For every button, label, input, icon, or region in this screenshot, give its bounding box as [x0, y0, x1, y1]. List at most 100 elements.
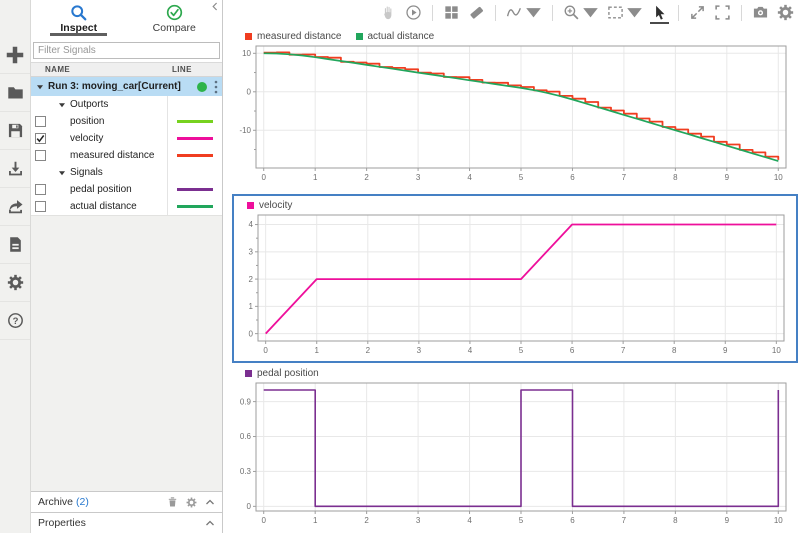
signal-table-header: NAME LINE — [31, 62, 222, 77]
open-folder-button[interactable] — [0, 74, 30, 112]
report-button[interactable] — [0, 226, 30, 264]
signal-checkbox-measured-distance[interactable] — [35, 150, 46, 161]
x-tick-label: 0 — [263, 346, 268, 355]
expand-button[interactable] — [688, 2, 707, 24]
line-swatch-actual-distance — [177, 205, 213, 208]
signal-row-velocity[interactable]: velocity — [31, 130, 222, 147]
snapshot-button[interactable] — [751, 2, 770, 24]
signal-label: velocity — [70, 133, 167, 144]
properties-collapse-icon[interactable] — [205, 519, 215, 527]
snapshot-icon — [752, 4, 769, 21]
x-tick-label: 7 — [622, 173, 627, 182]
pan-button — [379, 2, 398, 24]
signal-checkbox-pedal-position[interactable] — [35, 184, 46, 195]
group-row-outports[interactable]: Outports — [31, 96, 222, 113]
open-folder-icon — [7, 84, 24, 101]
properties-bar[interactable]: Properties — [31, 512, 222, 533]
signal-tree: Run 3: moving_car[Current]Outports positi… — [31, 77, 222, 215]
x-tick-label: 9 — [723, 346, 728, 355]
archive-bar[interactable]: Archive (2) — [31, 491, 222, 512]
archive-settings-icon[interactable] — [186, 497, 197, 508]
y-tick-label: 2 — [249, 275, 254, 284]
plot-settings-button[interactable] — [776, 2, 795, 24]
filter-row — [31, 38, 222, 62]
export-button[interactable] — [0, 188, 30, 226]
trash-icon[interactable] — [167, 496, 178, 508]
signal-style-button[interactable] — [505, 2, 543, 24]
signal-row-actual-distance[interactable]: actual distance — [31, 198, 222, 215]
signal-checkbox-velocity[interactable] — [35, 133, 46, 144]
y-tick-label: 0.9 — [240, 397, 252, 406]
x-tick-label: 4 — [468, 346, 473, 355]
add-icon — [5, 45, 25, 65]
replay-button[interactable] — [404, 2, 423, 24]
tab-compare-label: Compare — [153, 22, 196, 34]
tab-inspect[interactable]: Inspect — [31, 0, 127, 38]
x-tick-label: 8 — [672, 346, 677, 355]
filter-signals-input[interactable] — [33, 42, 220, 59]
x-tick-label: 3 — [416, 516, 421, 525]
zoom-in-button[interactable] — [562, 2, 600, 24]
pedal-position-legend-swatch — [245, 370, 252, 377]
x-tick-label: 5 — [519, 516, 524, 525]
signal-row-position[interactable]: position — [31, 113, 222, 130]
pedal-position-chart-legend: pedal position — [232, 366, 798, 381]
archive-label: Archive — [38, 496, 73, 508]
group-row-signals[interactable]: Signals — [31, 164, 222, 181]
x-tick-label: 1 — [315, 346, 320, 355]
signal-checkbox-actual-distance[interactable] — [35, 201, 46, 212]
plot-area: measured distanceactual distance 0 1 2 3 4 5 6… — [224, 0, 800, 533]
pan-hand-icon — [380, 4, 397, 21]
tab-compare[interactable]: Compare — [127, 0, 223, 38]
signal-checkbox-position[interactable] — [35, 116, 46, 127]
signal-label: position — [70, 116, 167, 127]
collapse-caret-icon[interactable] — [36, 83, 44, 91]
settings-button[interactable] — [0, 264, 30, 302]
legend-velocity: velocity — [247, 200, 292, 211]
x-tick-label: 6 — [570, 516, 575, 525]
add-button[interactable] — [0, 36, 30, 74]
legend-label: velocity — [259, 200, 292, 211]
x-tick-label: 1 — [313, 516, 318, 525]
y-tick-label: 0.3 — [240, 467, 252, 476]
help-icon: ? — [7, 312, 24, 329]
distance-chart-legend: measured distanceactual distance — [232, 29, 798, 44]
signal-label: measured distance — [70, 150, 167, 161]
x-tick-label: 8 — [673, 173, 678, 182]
x-tick-label: 6 — [570, 346, 575, 355]
fullscreen-icon — [714, 4, 731, 21]
x-tick-label: 3 — [417, 346, 422, 355]
archive-collapse-icon[interactable] — [205, 498, 215, 506]
run-row-run-3-moving-car-current-[interactable]: Run 3: moving_car[Current] — [31, 77, 222, 96]
clear-subplots-button[interactable] — [467, 2, 486, 24]
line-cell — [167, 147, 222, 164]
save-button[interactable] — [0, 112, 30, 150]
pedal-position-chart[interactable]: pedal position 0123456789100.90.60.30 — [232, 366, 798, 533]
fullscreen-button[interactable] — [713, 2, 732, 24]
fit-to-view-icon — [607, 4, 624, 21]
x-tick-label: 0 — [261, 516, 266, 525]
x-tick-label: 10 — [772, 346, 781, 355]
series-pedal-position — [264, 390, 779, 506]
x-tick-label: 6 — [570, 173, 575, 182]
arrow-cursor-button[interactable] — [650, 2, 669, 24]
collapse-caret-icon[interactable] — [58, 169, 66, 177]
distance-chart[interactable]: measured distanceactual distance 0123456… — [232, 29, 798, 193]
y-tick-label: 4 — [249, 220, 254, 229]
import-button[interactable] — [0, 150, 30, 188]
svg-text:?: ? — [12, 316, 18, 327]
fit-to-view-button[interactable] — [606, 2, 644, 24]
signal-row-measured-distance[interactable]: measured distance — [31, 147, 222, 164]
help-button[interactable]: ? — [0, 302, 30, 340]
line-cell — [167, 96, 222, 113]
chart-toolbar — [224, 0, 800, 26]
collapse-caret-icon[interactable] — [58, 101, 66, 109]
sidebar-collapse-button[interactable] — [209, 1, 221, 13]
y-tick-label: -10 — [239, 126, 251, 135]
name-column-header: NAME — [31, 65, 167, 74]
velocity-chart-selected[interactable]: velocity 01234567891043210 — [232, 194, 798, 363]
subplot-layout-button[interactable] — [442, 2, 461, 24]
x-tick-label: 4 — [467, 516, 472, 525]
signal-row-pedal-position[interactable]: pedal position — [31, 181, 222, 198]
kebab-menu-icon[interactable] — [214, 80, 218, 94]
